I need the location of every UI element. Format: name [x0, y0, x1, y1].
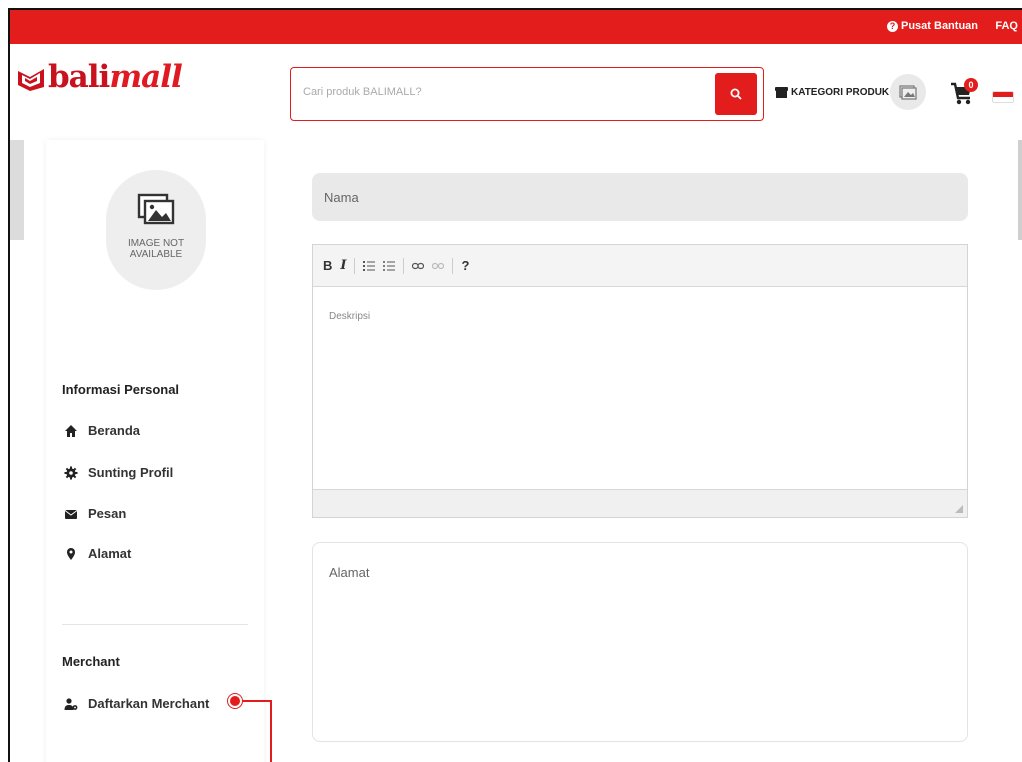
editor-footer [313, 489, 967, 517]
section-heading-personal: Informasi Personal [62, 382, 180, 397]
unordered-list-icon [383, 260, 396, 271]
callout-marker [228, 694, 242, 708]
sidebar-item-daftarkan-merchant[interactable]: Daftarkan Merchant [64, 696, 209, 711]
ordered-list-button[interactable] [363, 260, 376, 272]
sidebar: IMAGE NOT AVAILABLE Informasi Personal B… [46, 140, 264, 762]
map-marker-icon [67, 547, 75, 560]
envelope-icon [64, 509, 78, 519]
logo-text-bold: bali [48, 59, 110, 95]
flag-white-stripe [993, 97, 1013, 102]
search-icon [730, 88, 742, 100]
faq-link[interactable]: FAQ [995, 20, 1018, 32]
store-icon [775, 87, 788, 98]
toolbar-separator [403, 257, 405, 274]
sidebar-item-label: Pesan [88, 506, 127, 521]
callout-line [242, 700, 272, 702]
editor-toolbar: B I ? [313, 245, 967, 287]
avatar-text-line1: IMAGE NOT [127, 238, 185, 249]
alamat-placeholder: Alamat [329, 565, 370, 580]
user-gear-icon [64, 697, 78, 710]
ordered-list-icon [363, 260, 376, 271]
image-placeholder-icon [899, 85, 917, 100]
sidebar-item-label: Daftarkan Merchant [88, 696, 210, 711]
gear-icon [64, 466, 78, 479]
sidebar-item-label: Alamat [88, 546, 132, 561]
unlink-button[interactable] [432, 262, 445, 270]
search-button[interactable] [715, 73, 757, 115]
avatar-text: IMAGE NOT AVAILABLE [106, 238, 206, 260]
language-flag[interactable] [992, 91, 1014, 103]
top-bar: ? Pusat Bantuan FAQ [10, 10, 1022, 44]
alamat-textarea[interactable]: Alamat [312, 542, 968, 742]
question-icon: ? [886, 20, 898, 32]
link-button[interactable] [412, 262, 425, 270]
italic-button[interactable]: I [340, 258, 346, 273]
logo-mark-icon [18, 68, 44, 91]
category-menu[interactable]: KATEGORI PRODUK [775, 87, 889, 98]
sidebar-item-sunting-profil[interactable]: Sunting Profil [64, 465, 173, 480]
category-label: KATEGORI PRODUK [791, 87, 890, 98]
bold-button[interactable]: B [323, 258, 332, 273]
help-center-label: Pusat Bantuan [900, 20, 978, 32]
link-icon [412, 262, 425, 269]
logo-text-script: mall [109, 59, 182, 95]
sidebar-item-pesan[interactable]: Pesan [64, 506, 126, 521]
unordered-list-button[interactable] [383, 260, 396, 272]
app-frame: ? Pusat Bantuan FAQ balimall Cari produk… [8, 8, 1022, 762]
search-bar [290, 67, 764, 121]
scrollbar[interactable] [1018, 140, 1022, 240]
resize-grip-icon[interactable] [955, 505, 963, 513]
toolbar-separator [452, 257, 454, 274]
image-placeholder-icon [137, 193, 175, 225]
callout-line [270, 700, 272, 762]
nama-input[interactable] [312, 173, 968, 221]
unlink-icon [432, 262, 445, 269]
sidebar-item-label: Sunting Profil [88, 465, 174, 480]
section-heading-merchant: Merchant [62, 654, 120, 669]
sidebar-divider [62, 624, 248, 625]
home-icon [65, 424, 77, 437]
logo-text: balimall [48, 59, 183, 95]
help-center-link[interactable]: ? Pusat Bantuan [886, 20, 978, 32]
cart-count-badge: 0 [964, 78, 978, 92]
main-content: IMAGE NOT AVAILABLE Informasi Personal B… [10, 140, 1022, 762]
header: balimall KATEGORI PRODUK [10, 44, 1022, 140]
profile-thumbnail[interactable] [890, 74, 926, 110]
avatar[interactable]: IMAGE NOT AVAILABLE [106, 170, 206, 290]
description-editor: B I ? Deskripsi [312, 244, 968, 518]
description-placeholder[interactable]: Deskripsi [329, 311, 370, 322]
search-input[interactable] [303, 86, 683, 98]
sidebar-item-alamat[interactable]: Alamat [64, 546, 131, 561]
toolbar-separator [354, 257, 356, 274]
cart-button[interactable]: 0 [950, 78, 978, 108]
help-button[interactable]: ? [461, 258, 469, 273]
sidebar-item-beranda[interactable]: Beranda [64, 423, 140, 438]
left-edge-scroll [10, 140, 24, 240]
logo[interactable]: balimall [16, 59, 183, 95]
avatar-text-line2: AVAILABLE [129, 249, 183, 260]
sidebar-item-label: Beranda [88, 423, 141, 438]
